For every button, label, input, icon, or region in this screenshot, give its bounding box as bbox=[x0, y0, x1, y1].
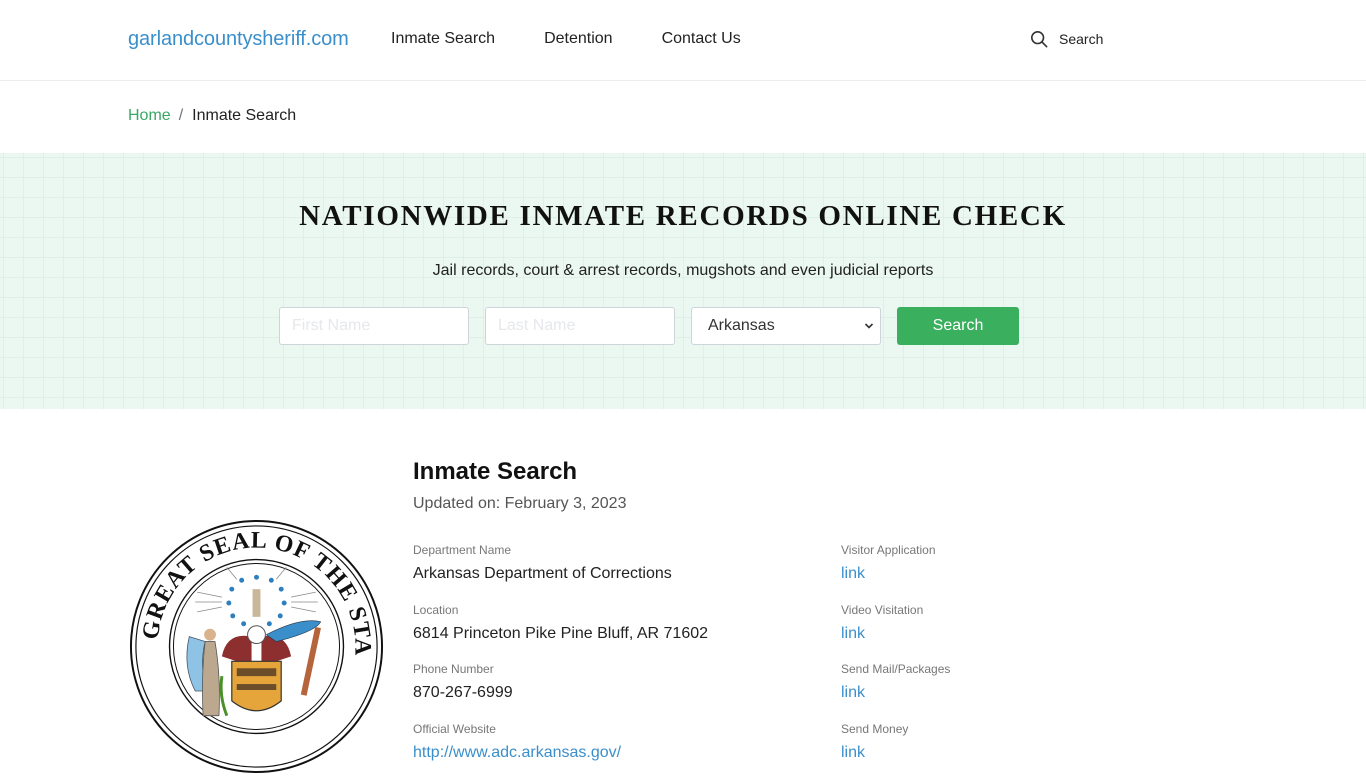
state-select-value: Arkansas bbox=[708, 317, 775, 335]
nav-inmate-search[interactable]: Inmate Search bbox=[391, 30, 495, 48]
page-title: Inmate Search bbox=[413, 458, 577, 486]
breadcrumb-current: Inmate Search bbox=[192, 107, 296, 125]
phone-field: Phone Number 870-267-6999 bbox=[413, 662, 708, 722]
department-name-value: Arkansas Department of Corrections bbox=[413, 563, 708, 585]
phone-value: 870-267-6999 bbox=[413, 682, 708, 704]
send-money-field: Send Money link bbox=[841, 722, 950, 781]
search-button[interactable]: Search bbox=[897, 307, 1019, 345]
main-nav: Inmate Search Detention Contact Us bbox=[391, 30, 790, 48]
facility-info-right: Visitor Application link Video Visitatio… bbox=[841, 543, 950, 781]
official-website-link[interactable]: http://www.adc.arkansas.gov/ bbox=[413, 742, 621, 764]
hero-subtitle: Jail records, court & arrest records, mu… bbox=[0, 262, 1366, 280]
updated-date: Updated on: February 3, 2023 bbox=[413, 495, 626, 513]
field-label: Video Visitation bbox=[841, 603, 950, 618]
visitor-application-field: Visitor Application link bbox=[841, 543, 950, 603]
field-label: Location bbox=[413, 603, 708, 618]
send-mail-link[interactable]: link bbox=[841, 682, 865, 704]
arkansas-state-seal: GREAT SEAL OF THE STATE OF ARKANSAS bbox=[128, 518, 385, 775]
breadcrumb-separator: / bbox=[179, 107, 183, 125]
field-label: Send Mail/Packages bbox=[841, 662, 950, 677]
nav-contact-us[interactable]: Contact Us bbox=[662, 30, 741, 48]
website-field: Official Website http://www.adc.arkansas… bbox=[413, 722, 708, 781]
visitor-application-link[interactable]: link bbox=[841, 563, 865, 585]
send-mail-field: Send Mail/Packages link bbox=[841, 662, 950, 722]
department-name-field: Department Name Arkansas Department of C… bbox=[413, 543, 708, 603]
nav-detention[interactable]: Detention bbox=[544, 30, 613, 48]
header-search-label: Search bbox=[1059, 31, 1103, 47]
breadcrumb-home[interactable]: Home bbox=[128, 107, 171, 125]
brand-link[interactable]: garlandcountysheriff.com bbox=[128, 28, 349, 51]
field-label: Send Money bbox=[841, 722, 950, 737]
location-value: 6814 Princeton Pike Pine Bluff, AR 71602 bbox=[413, 623, 708, 645]
first-name-input[interactable] bbox=[279, 307, 469, 345]
field-label: Official Website bbox=[413, 722, 708, 737]
state-select[interactable]: Arkansas bbox=[691, 307, 881, 345]
facility-info-left: Department Name Arkansas Department of C… bbox=[413, 543, 708, 781]
inmate-search-form: Arkansas Search bbox=[279, 307, 1019, 345]
field-label: Phone Number bbox=[413, 662, 708, 677]
site-header: garlandcountysheriff.com Inmate Search D… bbox=[0, 0, 1366, 81]
video-visitation-field: Video Visitation link bbox=[841, 603, 950, 663]
location-field: Location 6814 Princeton Pike Pine Bluff,… bbox=[413, 603, 708, 663]
breadcrumb: Home / Inmate Search bbox=[128, 107, 296, 125]
chevron-down-icon bbox=[864, 321, 874, 331]
hero-search-section: NATIONWIDE INMATE RECORDS ONLINE CHECK J… bbox=[0, 153, 1366, 409]
header-search-button[interactable]: Search bbox=[1030, 30, 1103, 48]
hero-title: NATIONWIDE INMATE RECORDS ONLINE CHECK bbox=[0, 200, 1366, 233]
field-label: Department Name bbox=[413, 543, 708, 558]
send-money-link[interactable]: link bbox=[841, 742, 865, 764]
video-visitation-link[interactable]: link bbox=[841, 623, 865, 645]
last-name-input[interactable] bbox=[485, 307, 675, 345]
field-label: Visitor Application bbox=[841, 543, 950, 558]
search-icon bbox=[1030, 30, 1048, 48]
